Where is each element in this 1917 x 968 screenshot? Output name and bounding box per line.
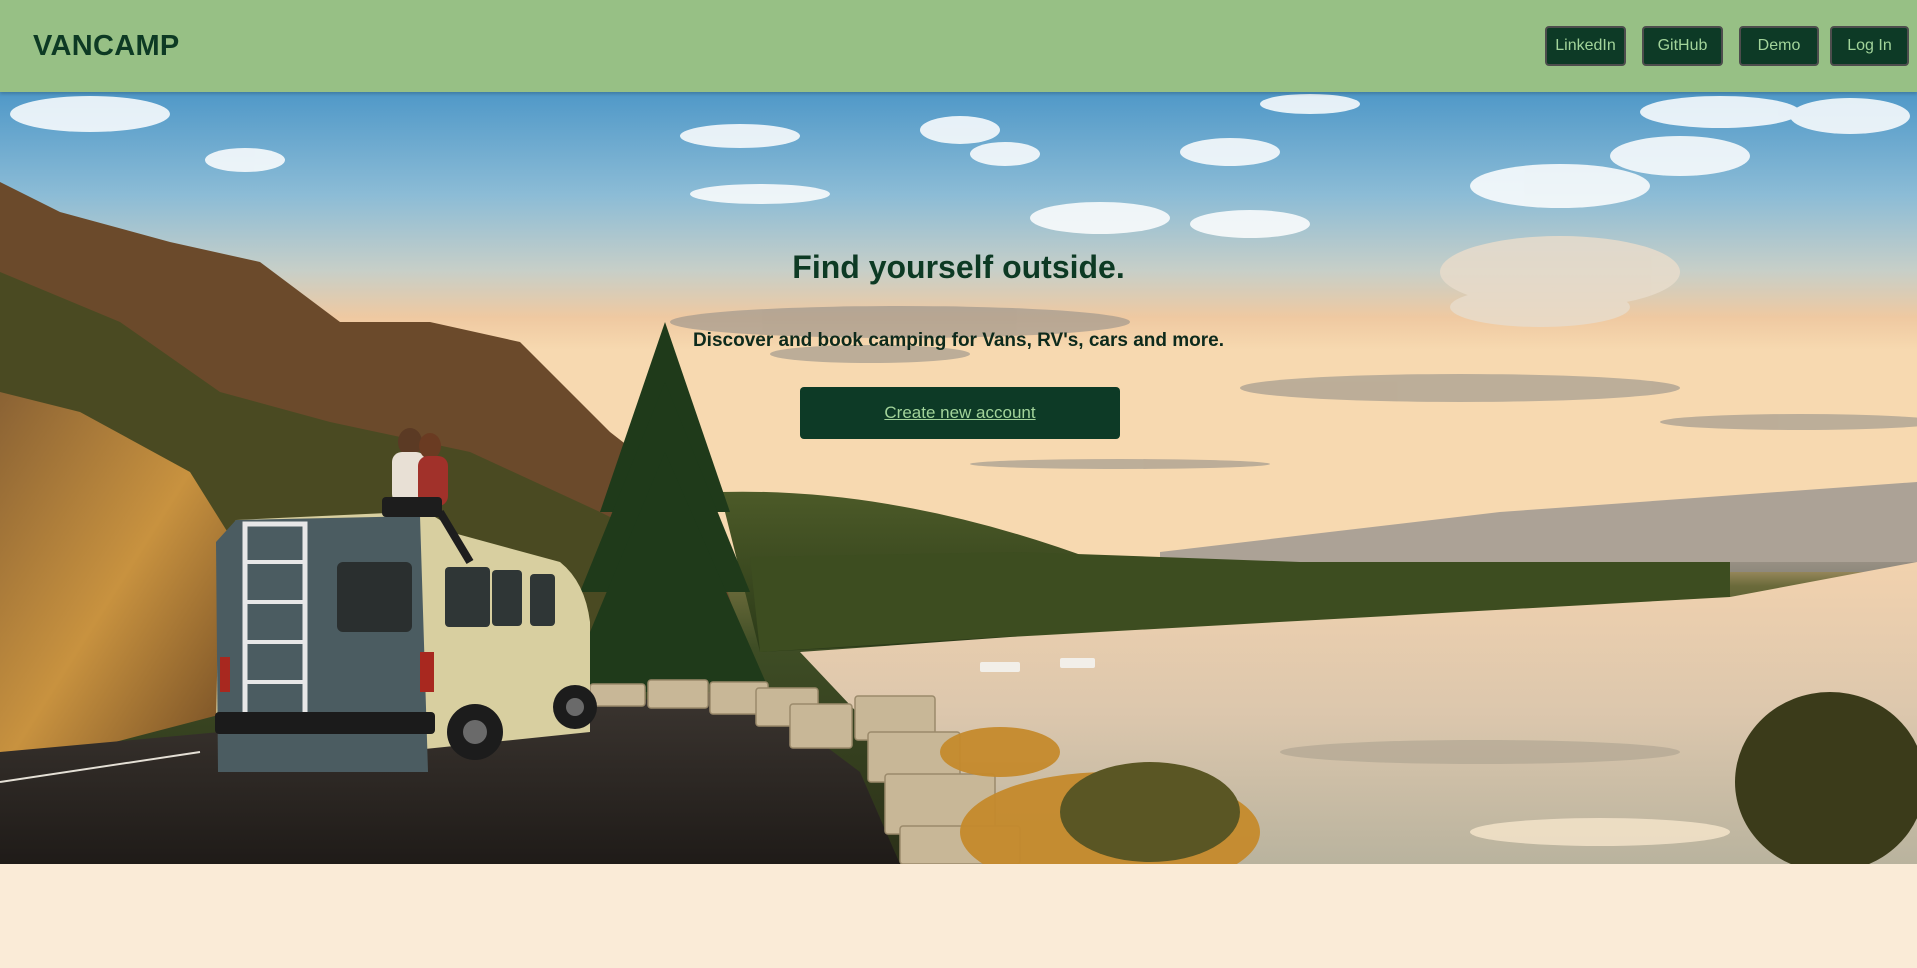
- top-navbar: VANCAMP LinkedIn GitHub Demo Log In: [0, 0, 1917, 92]
- login-button[interactable]: Log In: [1830, 26, 1909, 66]
- hero-background-image: [0, 92, 1917, 864]
- nav-buttons: LinkedIn GitHub Demo Log In: [1545, 26, 1909, 66]
- demo-button[interactable]: Demo: [1739, 26, 1819, 66]
- hero-title: Find yourself outside.: [792, 249, 1125, 285]
- linkedin-button[interactable]: LinkedIn: [1545, 26, 1626, 66]
- github-button[interactable]: GitHub: [1642, 26, 1723, 66]
- create-account-button[interactable]: Create new account: [800, 387, 1120, 439]
- hero-subtitle: Discover and book camping for Vans, RV's…: [692, 330, 1225, 351]
- site-logo[interactable]: VANCAMP: [33, 30, 180, 63]
- page-footer-area: [0, 864, 1917, 968]
- hero-banner: Find yourself outside. Discover and book…: [0, 92, 1917, 864]
